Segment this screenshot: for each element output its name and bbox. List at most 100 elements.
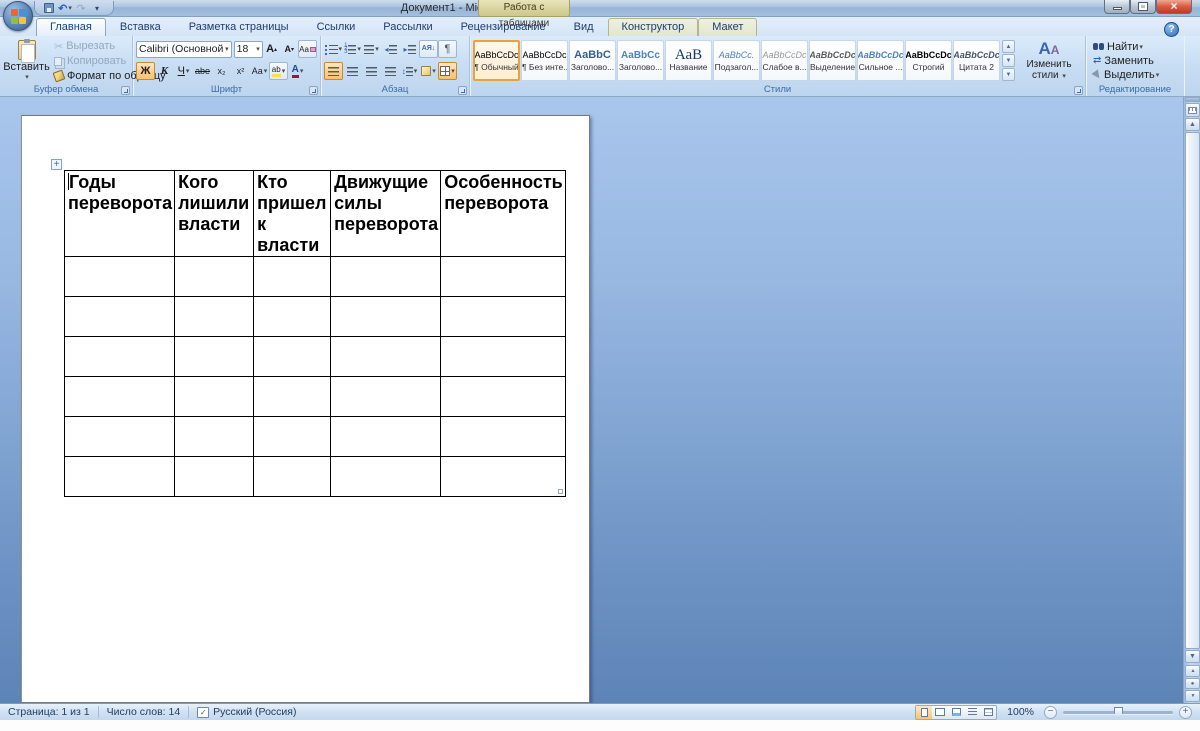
table-header-cell-5[interactable]: Особенность переворота xyxy=(440,170,566,257)
table-cell[interactable] xyxy=(174,336,255,377)
previous-page-button[interactable]: ▲ xyxy=(1185,665,1200,677)
reading-view-button[interactable] xyxy=(932,706,948,719)
table-header-cell-3[interactable]: Кто пришел к власти xyxy=(253,170,332,257)
close-button[interactable]: × xyxy=(1156,0,1192,14)
tab-7[interactable]: Вид xyxy=(560,18,608,36)
style-card-4[interactable]: AaBbCc Заголово... xyxy=(617,40,664,81)
table-cell[interactable] xyxy=(174,416,255,457)
office-button[interactable] xyxy=(3,1,33,31)
undo-button[interactable]: ↶ ▾ xyxy=(57,2,73,15)
table-cell[interactable] xyxy=(440,456,566,497)
decrease-indent-button[interactable]: ◂ xyxy=(381,40,400,58)
scroll-down-button[interactable]: ▼ xyxy=(1185,650,1200,663)
justify-button[interactable] xyxy=(381,62,400,80)
change-case-button[interactable]: Aa ▾ xyxy=(250,62,269,80)
tab-4[interactable]: Ссылки xyxy=(303,18,370,36)
draft-view-button[interactable] xyxy=(980,706,996,719)
align-center-button[interactable] xyxy=(343,62,362,80)
tab-9[interactable]: Макет xyxy=(698,18,758,36)
table-cell[interactable] xyxy=(253,296,332,337)
find-button[interactable]: Найти ▾ xyxy=(1089,40,1181,53)
table-cell[interactable] xyxy=(330,456,442,497)
style-card-5[interactable]: АаВ Название xyxy=(665,40,712,81)
bold-button[interactable]: Ж xyxy=(136,62,155,80)
table-cell[interactable] xyxy=(330,376,442,417)
shading-button[interactable]: ▾ xyxy=(419,62,438,80)
style-card-9[interactable]: AaBbCcDc Сильное ... xyxy=(857,40,904,81)
redo-button[interactable]: ↷ xyxy=(73,2,89,15)
table-cell[interactable] xyxy=(63,256,176,297)
style-card-7[interactable]: AaBbCcDc Слабое в... xyxy=(761,40,808,81)
customize-qat-button[interactable]: ▾ xyxy=(89,2,105,15)
table-cell[interactable] xyxy=(63,456,176,497)
table-cell[interactable] xyxy=(63,296,176,337)
table-cell[interactable] xyxy=(440,256,566,297)
gallery-up-button[interactable]: ▲ xyxy=(1002,40,1015,53)
align-left-button[interactable] xyxy=(324,62,343,80)
table-cell[interactable] xyxy=(440,336,566,377)
shrink-font-button[interactable]: А ▾ xyxy=(280,40,298,58)
paste-button[interactable]: Вставить ▾ xyxy=(3,39,50,82)
tab-1[interactable]: Главная xyxy=(36,18,106,36)
page-indicator[interactable]: Страница: 1 из 1 xyxy=(0,704,98,720)
gallery-expand-button[interactable]: ▼ xyxy=(1002,68,1015,81)
show-paragraph-marks-button[interactable]: ¶ xyxy=(438,40,457,58)
table-cell[interactable] xyxy=(253,376,332,417)
select-browse-object-button[interactable]: ● xyxy=(1185,678,1200,689)
next-page-button[interactable]: ▼ xyxy=(1185,690,1200,702)
table-cell[interactable] xyxy=(63,336,176,377)
line-spacing-button[interactable]: ↕ ▾ xyxy=(400,62,419,80)
zoom-slider-thumb[interactable] xyxy=(1114,706,1123,718)
change-styles-button[interactable]: АA Изменить стили ▾ xyxy=(1017,39,1081,84)
zoom-level[interactable]: 100% xyxy=(1007,706,1034,718)
document-table[interactable]: Годы переворота Кого лишили власти Кто при… xyxy=(63,170,566,497)
dialog-launcher-font[interactable] xyxy=(309,86,318,95)
web-layout-view-button[interactable] xyxy=(948,706,964,719)
table-resize-handle[interactable] xyxy=(558,489,563,494)
table-cell[interactable] xyxy=(330,256,442,297)
table-cell[interactable] xyxy=(174,256,255,297)
clear-formatting-button[interactable]: Аа xyxy=(298,40,317,58)
print-layout-view-button[interactable] xyxy=(916,705,933,719)
font-size-combobox[interactable]: 18 ▾ xyxy=(233,40,263,58)
outline-view-button[interactable] xyxy=(964,706,980,719)
italic-button[interactable]: К xyxy=(155,62,174,80)
dialog-launcher-clipboard[interactable] xyxy=(121,86,130,95)
restore-button[interactable] xyxy=(1130,0,1156,14)
table-cell[interactable] xyxy=(174,296,255,337)
borders-button[interactable]: ▾ xyxy=(438,62,457,80)
table-cell[interactable] xyxy=(440,376,566,417)
tab-2[interactable]: Вставка xyxy=(106,18,175,36)
table-cell[interactable] xyxy=(330,416,442,457)
style-card-2[interactable]: AaBbCcDc ¶ Без инте... xyxy=(521,40,568,81)
tab-8[interactable]: Конструктор xyxy=(607,18,699,36)
replace-button[interactable]: ⇄ Заменить xyxy=(1089,54,1181,67)
align-right-button[interactable] xyxy=(362,62,381,80)
increase-indent-button[interactable]: ▸ xyxy=(400,40,419,58)
style-card-6[interactable]: AaBbCc. Подзагол... xyxy=(713,40,760,81)
zoom-in-button[interactable]: + xyxy=(1179,705,1192,719)
scroll-up-button[interactable]: ▲ xyxy=(1185,118,1200,131)
language-indicator[interactable]: ✓ Русский (Россия) xyxy=(189,704,304,720)
font-name-combobox[interactable]: Calibri (Основной те ▾ xyxy=(136,40,232,58)
bullets-button[interactable]: ▾ xyxy=(324,40,343,58)
word-count[interactable]: Число слов: 14 xyxy=(99,704,189,720)
table-cell[interactable] xyxy=(253,256,332,297)
style-card-8[interactable]: AaBbCcDc Выделение xyxy=(809,40,856,81)
subscript-button[interactable]: x₂ xyxy=(212,62,231,80)
tab-5[interactable]: Рассылки xyxy=(369,18,446,36)
tab-3[interactable]: Разметка страницы xyxy=(175,18,303,36)
document-page[interactable]: + Годы переворота Кого лишили власти Кто п… xyxy=(21,115,590,703)
strikethrough-button[interactable]: abe xyxy=(193,62,212,80)
table-header-cell-4[interactable]: Движущие силы переворота xyxy=(330,170,442,257)
style-card-3[interactable]: AaBbC Заголово... xyxy=(569,40,616,81)
minimize-button[interactable] xyxy=(1104,0,1130,14)
select-button[interactable]: Выделить ▾ xyxy=(1089,69,1181,82)
zoom-slider[interactable] xyxy=(1063,706,1173,718)
sort-button[interactable]: АЯ↓ xyxy=(419,40,438,58)
highlight-color-button[interactable]: ab ▾ xyxy=(269,62,288,80)
table-cell[interactable] xyxy=(440,416,566,457)
zoom-out-button[interactable]: − xyxy=(1044,705,1057,719)
style-card-11[interactable]: AaBbCcDc Цитата 2 xyxy=(953,40,1000,81)
table-cell[interactable] xyxy=(253,456,332,497)
